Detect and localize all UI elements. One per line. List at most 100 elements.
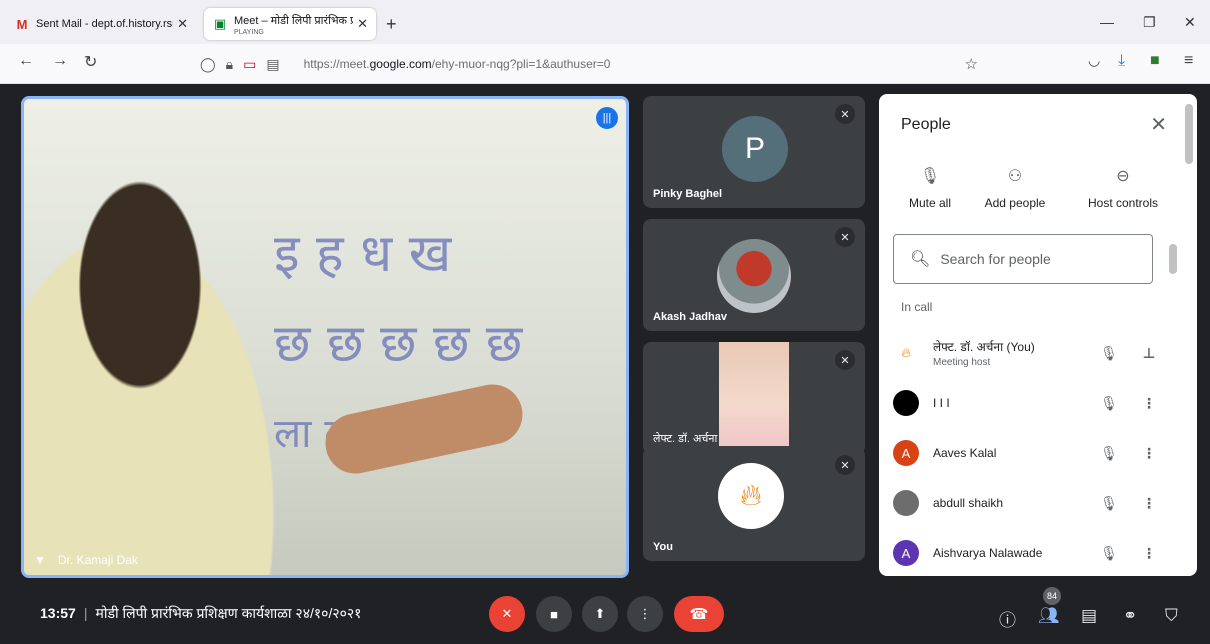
meeting-info: 13:57 | मोडी लिपी प्रारंभिक प्रशिक्षण कार्… — [40, 604, 361, 623]
menu-icon[interactable]: ≡ — [1184, 52, 1193, 70]
restore-icon[interactable]: ❐ — [1143, 14, 1156, 31]
mic-off-icon: ✕ — [501, 606, 513, 621]
browser-chrome: M Sent Mail - dept.of.history.rsml ✕ ▣ M… — [0, 0, 1210, 84]
self-tile[interactable]: 🔥︎ ✕ You — [643, 447, 865, 561]
panel-scrollbar[interactable] — [1185, 104, 1193, 164]
list-item[interactable]: 🔥︎ लेफ्ट. डॉ. अर्चना (You) Meeting host 🎙… — [893, 328, 1169, 378]
avatar: A — [893, 440, 919, 466]
nav-bar: ← → ↻ ◯ 🔒︎ ▭ ▤ https://meet.google.com/e… — [0, 44, 1210, 84]
search-placeholder: Search for people — [940, 251, 1051, 267]
avatar: P — [722, 116, 788, 182]
host-controls-button[interactable]: ⊖ Host controls — [1078, 166, 1168, 210]
people-panel: People ✕ 🎙︎ Mute all ⚇ Add people ⊖ Host co… — [879, 94, 1197, 576]
logo-avatar: 🔥︎ — [893, 340, 919, 366]
mic-off-icon[interactable]: 🎙︎ — [1089, 445, 1129, 462]
meet-icon: ▣ — [213, 16, 227, 31]
lock-icon[interactable]: 🔒︎ — [226, 56, 233, 73]
present-button[interactable]: ⬆ — [582, 596, 618, 632]
close-tab-icon[interactable]: ✕ — [177, 16, 188, 32]
list-item[interactable]: A Aaves Kalal 🎙︎ ⋮ — [893, 428, 1169, 478]
participant-name: लेफ्ट. डॉ. अर्चना — [653, 433, 718, 445]
tab-meet[interactable]: ▣ Meet – मोडी लिपी प्रारंभिक प्रशिक्षणPL… — [204, 8, 376, 40]
address-bar[interactable]: ◯ 🔒︎ ▭ ▤ https://meet.google.com/ehy-muo… — [200, 48, 992, 80]
mic-off-icon: ✕ — [835, 227, 855, 247]
tab-sent-mail[interactable]: M Sent Mail - dept.of.history.rsml ✕ — [6, 8, 196, 40]
speaker-figure — [24, 159, 314, 575]
meeting-title: मोडी लिपी प्रारंभिक प्रशिक्षण कार्यशाळा … — [95, 605, 362, 621]
shield-icon[interactable]: ◯ — [200, 56, 216, 73]
section-heading: In call — [901, 300, 933, 314]
hangup-icon: ☎ — [689, 606, 709, 623]
host-controls-icon[interactable]: ⛉ — [1165, 606, 1178, 626]
people-icon[interactable]: 👥︎ — [1038, 606, 1060, 626]
participant-tile[interactable]: P ✕ Pinky Baghel — [643, 96, 865, 208]
mic-toggle-button[interactable]: ✕ — [489, 596, 525, 632]
search-input[interactable]: 🔍︎ Search for people — [893, 234, 1153, 284]
more-options-button[interactable]: ⋮ — [627, 596, 663, 632]
url-text: https://meet.google.com/ehy-muor-nqg?pli… — [304, 57, 611, 71]
board-line: छ छ छ छ छ — [274, 314, 523, 374]
more-options-icon[interactable]: ⋮ — [1129, 445, 1169, 462]
mic-off-icon[interactable]: 🎙︎ — [1089, 545, 1129, 562]
more-options-icon[interactable]: ⋮ — [1129, 395, 1169, 412]
permissions-icon[interactable]: ▭ — [243, 56, 256, 73]
download-icon[interactable]: ⤓ — [1118, 52, 1125, 70]
speaking-indicator-icon: ||| — [596, 107, 618, 129]
info-icon[interactable]: ⓘ — [999, 606, 1016, 631]
mic-off-icon: ✕ — [835, 350, 855, 370]
reader-icon[interactable]: ▤ — [266, 56, 279, 73]
present-icon: ⬆ — [594, 606, 606, 621]
clock: 13:57 — [40, 605, 76, 621]
mic-off-icon[interactable]: 🎙︎ — [1089, 395, 1129, 412]
avatar — [717, 239, 791, 313]
mic-off-icon: 🎙︎ — [919, 168, 941, 185]
leave-call-button[interactable]: ☎ — [674, 596, 724, 632]
tab-bar: M Sent Mail - dept.of.history.rsml ✕ ▣ M… — [0, 0, 1210, 44]
close-window-icon[interactable]: ✕ — [1184, 14, 1196, 31]
camera-toggle-button[interactable]: ■ — [536, 596, 572, 632]
chat-icon[interactable]: ▤ — [1081, 606, 1097, 626]
meet-stage: इ ह ध ख छ छ छ छ छ ला ला धा ||| ▼ Dr. Kam… — [0, 84, 1210, 644]
back-icon[interactable]: ← — [18, 52, 34, 70]
avatar — [893, 390, 919, 416]
speaker-nametag: ▼ Dr. Kamaji Dak — [34, 553, 138, 567]
list-scrollbar[interactable] — [1169, 244, 1177, 274]
participant-name: लेफ्ट. डॉ. अर्चना (You) — [933, 340, 1035, 354]
mic-off-icon[interactable]: 🎙︎ — [1089, 345, 1129, 362]
control-bar: 13:57 | मोडी लिपी प्रारंभिक प्रशिक्षण कार्… — [0, 584, 1210, 644]
activities-icon[interactable]: ⚭ — [1123, 606, 1137, 626]
minimize-icon[interactable]: — — [1100, 14, 1114, 30]
gmail-icon: M — [16, 16, 28, 32]
extension-icon[interactable]: ■ — [1150, 52, 1160, 70]
participant-name: You — [653, 541, 673, 553]
mute-all-button[interactable]: 🎙︎ Mute all — [885, 166, 975, 210]
reload-icon[interactable]: ↻ — [84, 52, 97, 72]
participant-tile[interactable]: ✕ Akash Jadhav — [643, 219, 865, 331]
add-people-button[interactable]: ⚇ Add people — [970, 166, 1060, 210]
list-item[interactable]: A Aishvarya Nalawade 🎙︎ ⋮ — [893, 528, 1169, 576]
more-options-icon[interactable]: ⋮ — [1129, 495, 1169, 512]
mic-off-icon[interactable]: 🎙︎ — [1089, 495, 1129, 512]
mic-off-icon: ✕ — [835, 455, 855, 475]
bookmark-star-icon[interactable]: ☆ — [965, 55, 978, 73]
new-tab-icon[interactable]: + — [386, 14, 397, 35]
close-tab-icon[interactable]: ✕ — [357, 16, 368, 32]
list-item[interactable]: I I I 🎙︎ ⋮ — [893, 378, 1169, 428]
close-icon[interactable]: ✕ — [1150, 112, 1167, 137]
participant-list: 🔥︎ लेफ्ट. डॉ. अर्चना (You) Meeting host 🎙… — [893, 328, 1169, 576]
pin-icon[interactable]: ▼ — [34, 553, 46, 567]
main-speaker-video[interactable]: इ ह ध ख छ छ छ छ छ ला ला धा ||| ▼ Dr. Kam… — [21, 96, 629, 578]
participant-name: Akash Jadhav — [653, 311, 727, 323]
more-options-icon[interactable]: ⋮ — [1129, 545, 1169, 562]
pocket-icon[interactable]: ◡ — [1088, 52, 1100, 69]
forward-icon[interactable]: → — [52, 52, 68, 70]
participant-tile[interactable]: ✕ लेफ्ट. डॉ. अर्चना — [643, 342, 865, 454]
add-person-icon: ⚇ — [1007, 168, 1023, 185]
panel-title: People — [901, 116, 951, 133]
more-options-icon: ⋮ — [638, 606, 652, 621]
pin-icon[interactable]: ⊥ — [1129, 345, 1169, 362]
avatar — [893, 490, 919, 516]
board-line: इ ह ध ख — [274, 224, 452, 284]
tab-title: Meet – मोडी लिपी प्रारंभिक प्रशिक्षण — [234, 14, 353, 27]
list-item[interactable]: abdull shaikh 🎙︎ ⋮ — [893, 478, 1169, 528]
